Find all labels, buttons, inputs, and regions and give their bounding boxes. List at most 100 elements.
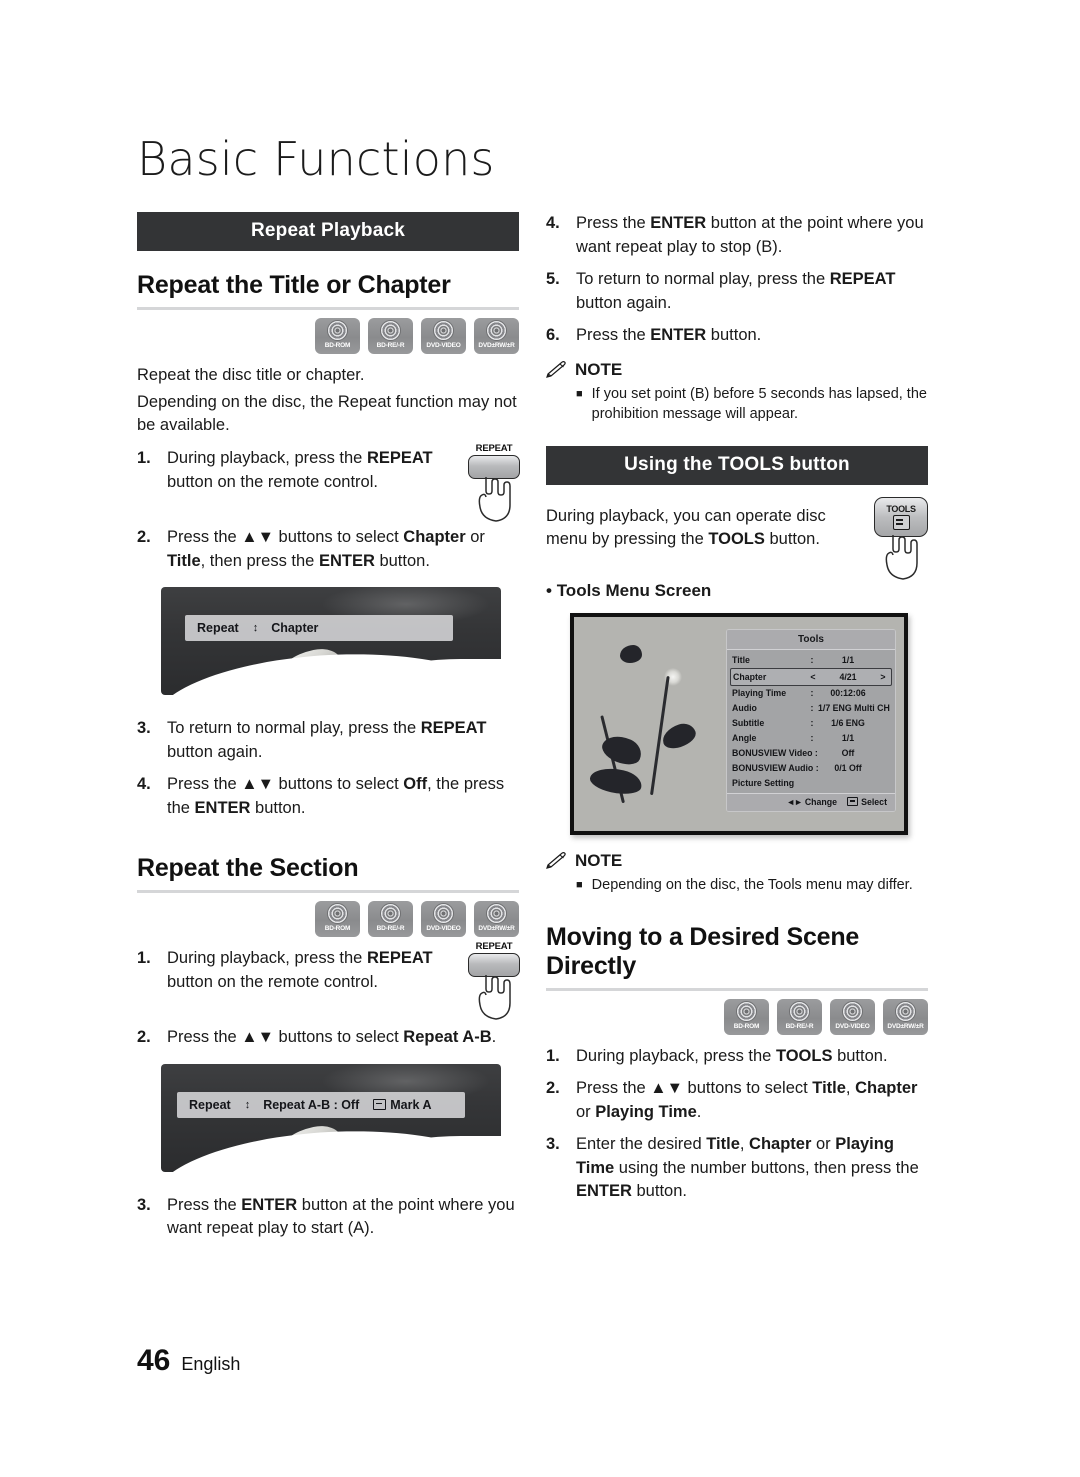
- step-item: 3. Press the ENTER button at the point w…: [137, 1194, 519, 1241]
- step-number: 4.: [546, 214, 560, 232]
- tools-panel-title: Tools: [727, 629, 895, 650]
- note-header: NOTE: [546, 851, 928, 871]
- heading-repeat-title-or-chapter: Repeat the Title or Chapter: [137, 271, 451, 299]
- note-block-1: NOTE ■ If you set point (B) before 5 sec…: [546, 360, 928, 424]
- row-value: 1/7 ENG Multi CH: [818, 703, 890, 713]
- step-number: 3.: [546, 1135, 560, 1153]
- disc-label: BD-RE/-R: [376, 342, 405, 349]
- pressing-hand-icon: [478, 975, 511, 1020]
- tools-row-chapter[interactable]: Chapter < 4/21 >: [730, 667, 892, 686]
- pencil-icon: [546, 360, 566, 378]
- section-band-using-tools-button: Using the TOOLS button: [546, 445, 928, 485]
- row-label: Subtitle: [732, 718, 765, 728]
- remote-key-repeat-2[interactable]: REPEAT: [463, 941, 525, 1021]
- step-item: 1. During playback, press the TOOLS butt…: [546, 1045, 928, 1069]
- row-separator: :: [810, 733, 814, 743]
- footer-select-label: Select: [861, 796, 887, 807]
- row-value: 0/1 Off: [834, 763, 862, 773]
- flower-leaf: [588, 763, 644, 798]
- tools-row-bonusview-audio[interactable]: BONUSVIEW Audio : 0/1 Off: [727, 761, 895, 776]
- enter-glyph-icon: [847, 796, 859, 807]
- intro-line-1: Repeat the disc title or chapter.: [137, 366, 365, 384]
- step-item: 3. Enter the desired Title, Chapter or P…: [546, 1133, 928, 1204]
- row-label: Audio: [732, 703, 757, 713]
- row-value: Off: [841, 748, 855, 758]
- pressing-hand-icon: [885, 534, 918, 580]
- right-arrow-icon[interactable]: >: [877, 672, 889, 682]
- steps-block-1: 1. During playback, press the REPEAT but…: [137, 443, 520, 573]
- row-value: 1/1: [841, 655, 855, 665]
- tools-intro-block: During playback, you can operate disc me…: [546, 496, 928, 580]
- step-number: 2.: [137, 1028, 151, 1046]
- disc-label: BD-ROM: [733, 1022, 760, 1030]
- step-text: During playback, press the TOOLS button.: [576, 1046, 888, 1065]
- step-number: 3.: [137, 719, 151, 737]
- tools-intro-text: During playback, you can operate disc me…: [546, 506, 826, 548]
- page-footer: 46 English: [137, 1344, 240, 1378]
- step-number: 6.: [546, 326, 560, 344]
- osd-screenshot-repeat-chapter: Repeat ↕ Chapter: [161, 587, 501, 695]
- left-arrow-icon[interactable]: <: [807, 672, 819, 682]
- step-item: 2. Press the ▲▼ buttons to select Repeat…: [137, 1026, 519, 1050]
- osd-repeat-ab-bar: Repeat ↕ Repeat A-B : Off Mark A: [177, 1091, 465, 1118]
- heading-rule: [137, 307, 519, 310]
- disc-label: BD-RE/-R: [785, 1022, 814, 1030]
- tools-menu-screen-caption: • Tools Menu Screen: [546, 580, 712, 600]
- step-item: 6. Press the ENTER button.: [546, 324, 928, 348]
- disc-icon-bd-rom: BD-ROM: [315, 318, 360, 354]
- heading-moving-to-desired-scene: Moving to a Desired Scene Directly: [546, 922, 860, 980]
- flower-leaf: [659, 719, 699, 752]
- tools-row-audio[interactable]: Audio : 1/7 ENG Multi CH: [727, 701, 895, 716]
- disc-ring-icon: [380, 903, 401, 924]
- footer-change-label: Change: [804, 796, 838, 807]
- step-item: 4. Press the ▲▼ buttons to select Off, t…: [137, 773, 519, 820]
- up-down-arrow-icon: ↕: [244, 1098, 250, 1111]
- tools-panel-footer: ◄► Change Select: [727, 792, 895, 811]
- remote-key-tools[interactable]: TOOLS: [870, 496, 932, 580]
- remote-key-label: REPEAT: [475, 941, 513, 952]
- row-value: 00:12:06: [830, 688, 866, 698]
- tools-row-angle[interactable]: Angle : 1/1: [727, 731, 895, 746]
- step-item: 4. Press the ENTER button at the point w…: [546, 212, 928, 259]
- step-text: Enter the desired Title, Chapter or Play…: [576, 1135, 919, 1200]
- osd-repeat-label: Repeat: [197, 621, 239, 635]
- step-text: Press the ▲▼ buttons to select Off, the …: [167, 775, 505, 817]
- row-label: Picture Setting: [732, 778, 795, 788]
- disc-icon-dvd-rw-r: DVD±RW/±R: [474, 318, 519, 354]
- disc-ring-icon: [327, 320, 348, 341]
- row-value: 4/21: [839, 671, 857, 682]
- disc-ring-icon: [433, 903, 454, 924]
- row-label: Playing Time: [732, 688, 787, 698]
- note-text: If you set point (B) before 5 seconds ha…: [591, 385, 927, 422]
- step-number: 1.: [546, 1046, 560, 1065]
- disc-label: DVD±RW/±R: [478, 342, 515, 349]
- tools-row-bonusview-video[interactable]: BONUSVIEW Video : Off: [727, 746, 895, 761]
- tools-row-subtitle[interactable]: Subtitle : 1/6 ENG: [727, 716, 895, 731]
- step-item: 2. Press the ▲▼ buttons to select Chapte…: [137, 526, 519, 573]
- osd-repeat-ab-value: Repeat A-B : Off: [263, 1097, 360, 1112]
- row-label: BONUSVIEW Audio :: [732, 763, 819, 773]
- row-label: Angle: [732, 733, 757, 743]
- tools-row-picture-setting[interactable]: Picture Setting: [727, 776, 895, 791]
- tools-row-playing-time[interactable]: Playing Time : 00:12:06: [727, 686, 895, 701]
- remote-key-repeat-1[interactable]: REPEAT: [463, 443, 525, 523]
- tools-panel-rows: Title : 1/1 Chapter < 4/21 > Playing Tim…: [727, 650, 895, 793]
- note-block-2: NOTE ■ Depending on the disc, the Tools …: [546, 851, 928, 895]
- tools-menu-screenshot: Tools Title : 1/1 Chapter < 4/21 > Playi…: [570, 612, 908, 835]
- heading-repeat-the-section: Repeat the Section: [137, 854, 359, 882]
- footer-select: Select: [847, 797, 887, 807]
- step-number: 2.: [546, 1079, 560, 1097]
- pressing-hand-icon: [478, 477, 511, 522]
- tools-overlay-panel: Tools Title : 1/1 Chapter < 4/21 > Playi…: [726, 628, 896, 812]
- disc-label: DVD±RW/±R: [478, 925, 515, 932]
- osd-mark-a: Mark A: [373, 1098, 431, 1112]
- row-value: 1/6 ENG: [831, 718, 865, 728]
- tools-row-title[interactable]: Title : 1/1: [727, 653, 895, 668]
- row-separator: :: [810, 655, 814, 665]
- right-column: 4. Press the ENTER button at the point w…: [546, 212, 928, 1204]
- page-number: 46: [137, 1344, 171, 1377]
- disc-compatibility-row-1: BD-ROM BD-RE/-R DVD-VIDEO DVD±RW/±R: [137, 318, 519, 354]
- tools-glyph-icon: [892, 514, 910, 530]
- disc-icon-bd-re-r: BD-RE/-R: [368, 901, 413, 937]
- row-separator: :: [810, 718, 814, 728]
